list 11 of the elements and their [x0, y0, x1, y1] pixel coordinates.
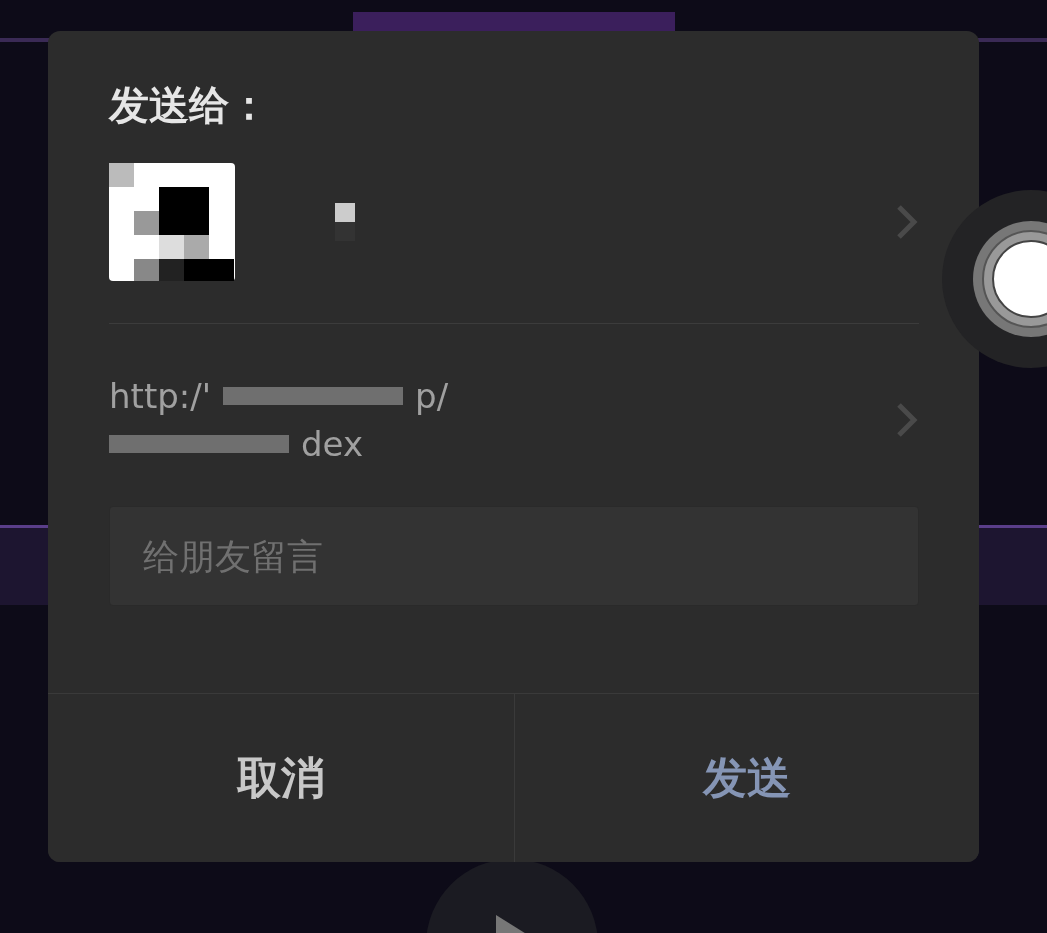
link-text: dex	[301, 423, 364, 466]
link-item[interactable]: http:/' p/ dex	[109, 324, 919, 506]
dialog-title: 发送给：	[109, 85, 270, 125]
link-text: http:/'	[109, 375, 212, 418]
send-button[interactable]: 发送	[513, 694, 979, 862]
chevron-right-icon	[895, 203, 919, 241]
play-button[interactable]	[426, 859, 598, 933]
recipient-item[interactable]	[109, 163, 919, 324]
link-text: p/	[415, 375, 449, 418]
chevron-right-icon	[895, 401, 919, 439]
message-field[interactable]: 给朋友留言	[109, 506, 919, 606]
